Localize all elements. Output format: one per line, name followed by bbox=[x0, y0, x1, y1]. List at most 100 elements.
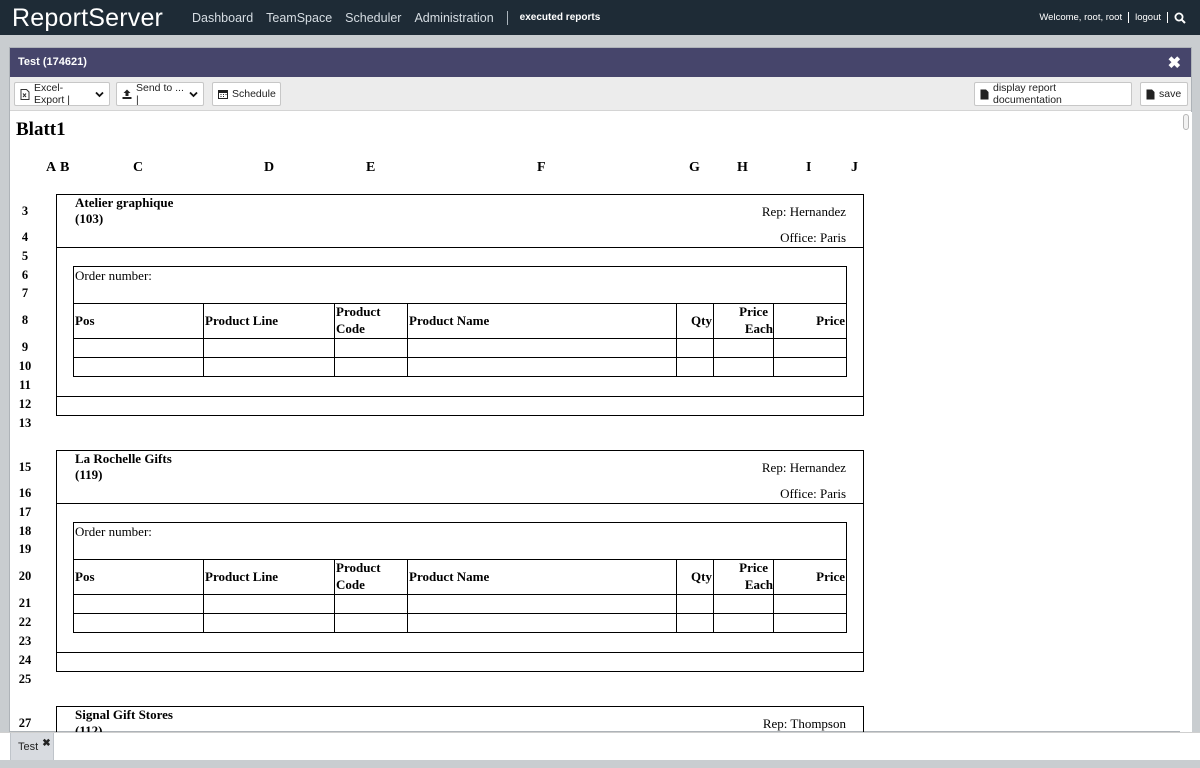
header-product-line: Product Line bbox=[205, 569, 279, 584]
save-button[interactable]: save bbox=[1140, 82, 1188, 106]
file-icon bbox=[1146, 89, 1155, 100]
documentation-label: display report documentation bbox=[993, 82, 1062, 106]
row-header: 15 bbox=[18, 460, 32, 474]
customer-number: (103) bbox=[75, 211, 104, 226]
nav-dashboard[interactable]: Dashboard bbox=[192, 11, 253, 25]
header-product-code: Code bbox=[336, 577, 365, 592]
excel-export-label: Excel-Export | bbox=[34, 82, 70, 106]
bottom-tab-bar: Test ✖ bbox=[0, 732, 1200, 761]
divider bbox=[203, 303, 204, 377]
divider bbox=[773, 559, 774, 633]
header-price-each: Each bbox=[744, 321, 773, 336]
main-menu: Dashboard TeamSpace Scheduler Administra… bbox=[192, 0, 613, 35]
column-header: B bbox=[60, 160, 70, 175]
document-icon bbox=[980, 89, 989, 100]
header-price-each: Price bbox=[739, 304, 768, 319]
divider bbox=[73, 338, 847, 339]
row-header: 11 bbox=[19, 378, 31, 392]
column-header: D bbox=[264, 160, 275, 175]
upload-icon bbox=[122, 89, 132, 99]
row-header: 27 bbox=[18, 716, 32, 730]
divider bbox=[676, 303, 677, 377]
column-header: A bbox=[46, 160, 57, 175]
vertical-scrollbar[interactable] bbox=[1180, 112, 1192, 732]
nav-administration[interactable]: Administration bbox=[414, 11, 493, 25]
divider bbox=[334, 559, 335, 633]
schedule-button[interactable]: Schedule bbox=[212, 82, 281, 106]
nav-teamspace[interactable]: TeamSpace bbox=[266, 11, 332, 25]
customer-block bbox=[56, 706, 864, 732]
divider bbox=[73, 559, 847, 560]
footer-strip bbox=[0, 760, 1200, 768]
chevron-down-icon[interactable] bbox=[95, 91, 104, 98]
user-separator bbox=[1128, 12, 1130, 23]
nav-separator bbox=[506, 10, 508, 25]
header-product-line: Product Line bbox=[205, 313, 279, 328]
header-qty: Qty bbox=[691, 569, 712, 584]
column-header: F bbox=[537, 160, 546, 175]
row-header: 13 bbox=[18, 416, 32, 430]
divider bbox=[713, 559, 714, 633]
header-product-name: Product Name bbox=[409, 313, 490, 328]
header-price-each: Each bbox=[744, 577, 773, 592]
order-number-label: Order number: bbox=[75, 268, 152, 283]
customer-name: Signal Gift Stores bbox=[75, 707, 173, 722]
customer-name: Atelier graphique bbox=[75, 195, 174, 210]
sales-rep: Rep: Hernandez bbox=[761, 204, 846, 219]
divider bbox=[713, 303, 714, 377]
divider bbox=[203, 559, 204, 633]
row-header: 10 bbox=[18, 359, 32, 373]
column-header: J bbox=[851, 160, 858, 175]
panel-header: Test (174621) ✖ bbox=[10, 48, 1191, 77]
send-to-label: Send to ... | bbox=[136, 82, 184, 106]
calendar-icon bbox=[218, 89, 228, 99]
header-price: Price bbox=[816, 569, 845, 584]
header-price: Price bbox=[816, 313, 845, 328]
report-toolbar: Excel-Export | Send to ... | Schedule di… bbox=[10, 77, 1191, 111]
row-header: 20 bbox=[18, 569, 32, 583]
row-header: 22 bbox=[18, 615, 32, 629]
logout-link[interactable]: logout bbox=[1135, 12, 1161, 23]
report-tab-label: Test bbox=[18, 740, 39, 753]
user-bar: Welcome, root, root logout bbox=[1039, 0, 1186, 35]
header-product-code: Code bbox=[336, 321, 365, 336]
divider bbox=[73, 303, 847, 304]
reportserver-logo[interactable]: ReportServer bbox=[12, 3, 163, 33]
divider bbox=[56, 503, 864, 504]
report-preview: Blatt1 A B C D E F G H I J 3 4 5 6 7 8 9… bbox=[10, 112, 1180, 732]
chevron-down-icon[interactable] bbox=[189, 91, 198, 98]
header-product-code: Product bbox=[336, 304, 381, 319]
excel-export-button[interactable]: Excel-Export | bbox=[14, 82, 110, 106]
column-header: G bbox=[689, 160, 700, 175]
row-header: 7 bbox=[21, 286, 29, 300]
row-header: 16 bbox=[18, 486, 32, 500]
schedule-label: Schedule bbox=[232, 88, 276, 100]
close-icon[interactable]: ✖ bbox=[1168, 53, 1181, 73]
row-header: 4 bbox=[21, 230, 29, 244]
report-documentation-button[interactable]: display report documentation bbox=[974, 82, 1132, 106]
close-tab-icon[interactable]: ✖ bbox=[42, 738, 50, 749]
divider bbox=[73, 357, 847, 358]
sales-rep: Rep: Hernandez bbox=[761, 460, 846, 475]
nav-scheduler[interactable]: Scheduler bbox=[345, 11, 401, 25]
office: Office: Paris bbox=[780, 230, 846, 245]
row-header: 6 bbox=[21, 268, 29, 282]
divider bbox=[73, 613, 847, 614]
office: Office: Paris bbox=[780, 486, 846, 501]
divider bbox=[56, 247, 864, 248]
row-header: 23 bbox=[18, 634, 32, 648]
panel-title: Test (174621) bbox=[18, 56, 87, 68]
header-qty: Qty bbox=[691, 313, 712, 328]
divider bbox=[73, 594, 847, 595]
row-header: 18 bbox=[18, 524, 32, 538]
scrollbar-thumb[interactable] bbox=[1183, 114, 1189, 130]
report-tab[interactable]: Test ✖ bbox=[10, 733, 54, 761]
search-icon[interactable] bbox=[1174, 12, 1186, 24]
save-label: save bbox=[1159, 88, 1182, 100]
column-header: I bbox=[806, 160, 812, 175]
row-header: 25 bbox=[18, 672, 32, 686]
row-header: 12 bbox=[18, 397, 32, 411]
row-header: 17 bbox=[18, 505, 32, 519]
nav-executed-reports[interactable]: executed reports bbox=[520, 12, 601, 23]
send-to-button[interactable]: Send to ... | bbox=[116, 82, 204, 106]
